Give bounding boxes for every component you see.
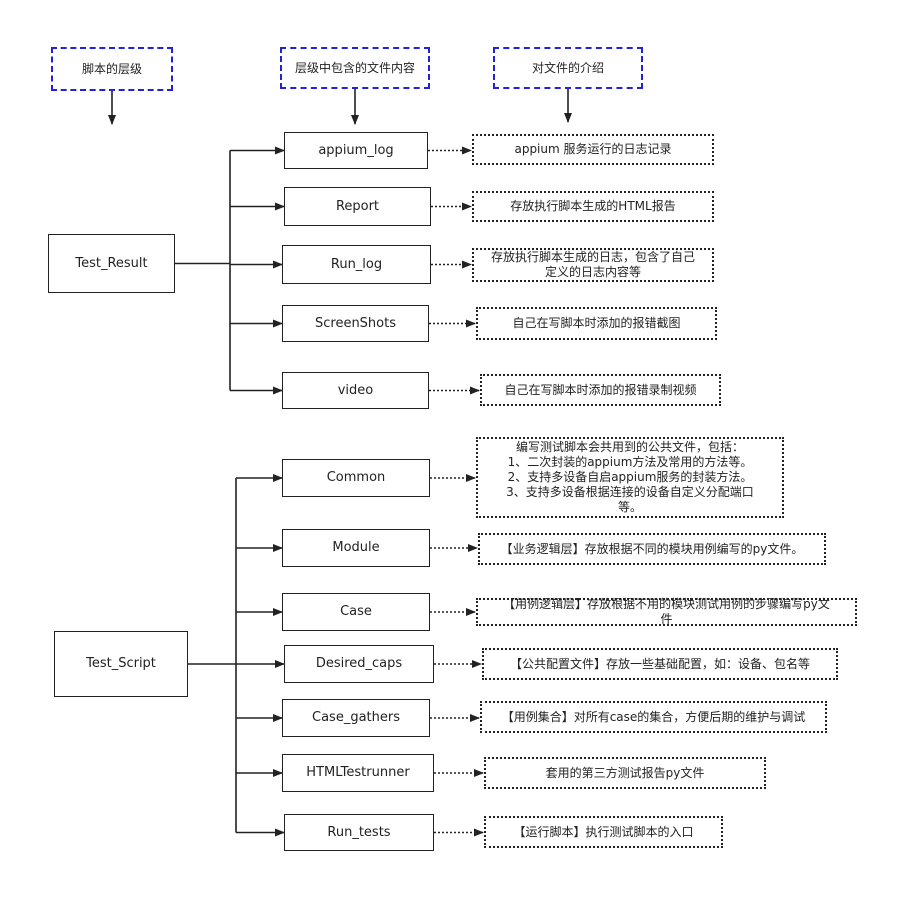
child-node: Common bbox=[282, 459, 430, 497]
child-node: HTMLTestrunner bbox=[282, 754, 434, 792]
description-box: 【运行脚本】执行测试脚本的入口 bbox=[484, 816, 723, 848]
header-label: 对文件的介绍 bbox=[493, 47, 643, 89]
description-box: 存放执行脚本生成的日志，包含了自己 定义的日志内容等 bbox=[472, 248, 714, 282]
description-box: 【业务逻辑层】存放根据不同的模块用例编写的py文件。 bbox=[478, 533, 826, 565]
description-box: 【用例逻辑层】存放根据不用的模块测试用例的步骤编写py文 件 bbox=[476, 597, 857, 626]
header-label: 脚本的层级 bbox=[51, 47, 173, 91]
root-node-test-result: Test_Result bbox=[48, 234, 175, 293]
description-box: 【公共配置文件】存放一些基础配置，如：设备、包名等 bbox=[482, 648, 838, 680]
child-node: Module bbox=[282, 529, 430, 567]
diagram: 脚本的层级 层级中包含的文件内容 对文件的介绍 Test_Result appium_l… bbox=[0, 0, 918, 912]
child-node: appium_log bbox=[284, 132, 428, 169]
child-node: Case bbox=[282, 593, 430, 631]
child-node: Desired_caps bbox=[284, 645, 434, 683]
description-box: 套用的第三方测试报告py文件 bbox=[484, 757, 766, 789]
child-node: Report bbox=[284, 187, 431, 226]
description-box: 【用例集合】对所有case的集合，方便后期的维护与调试 bbox=[480, 701, 827, 733]
description-box: appium 服务运行的日志记录 bbox=[472, 134, 714, 165]
child-node: Case_gathers bbox=[282, 699, 430, 737]
header-label: 层级中包含的文件内容 bbox=[280, 47, 430, 89]
description-box: 自己在写脚本时添加的报错录制视频 bbox=[480, 374, 721, 406]
description-box: 编写测试脚本会共用到的公共文件，包括： 1、二次封装的appium方法及常用的方… bbox=[476, 437, 784, 518]
child-node: ScreenShots bbox=[282, 305, 429, 342]
description-box: 存放执行脚本生成的HTML报告 bbox=[472, 191, 714, 222]
child-node: Run_tests bbox=[284, 814, 434, 851]
root-node-test-script: Test_Script bbox=[54, 631, 188, 697]
description-box: 自己在写脚本时添加的报错截图 bbox=[476, 307, 717, 340]
child-node: Run_log bbox=[282, 245, 431, 284]
child-node: video bbox=[282, 372, 429, 409]
